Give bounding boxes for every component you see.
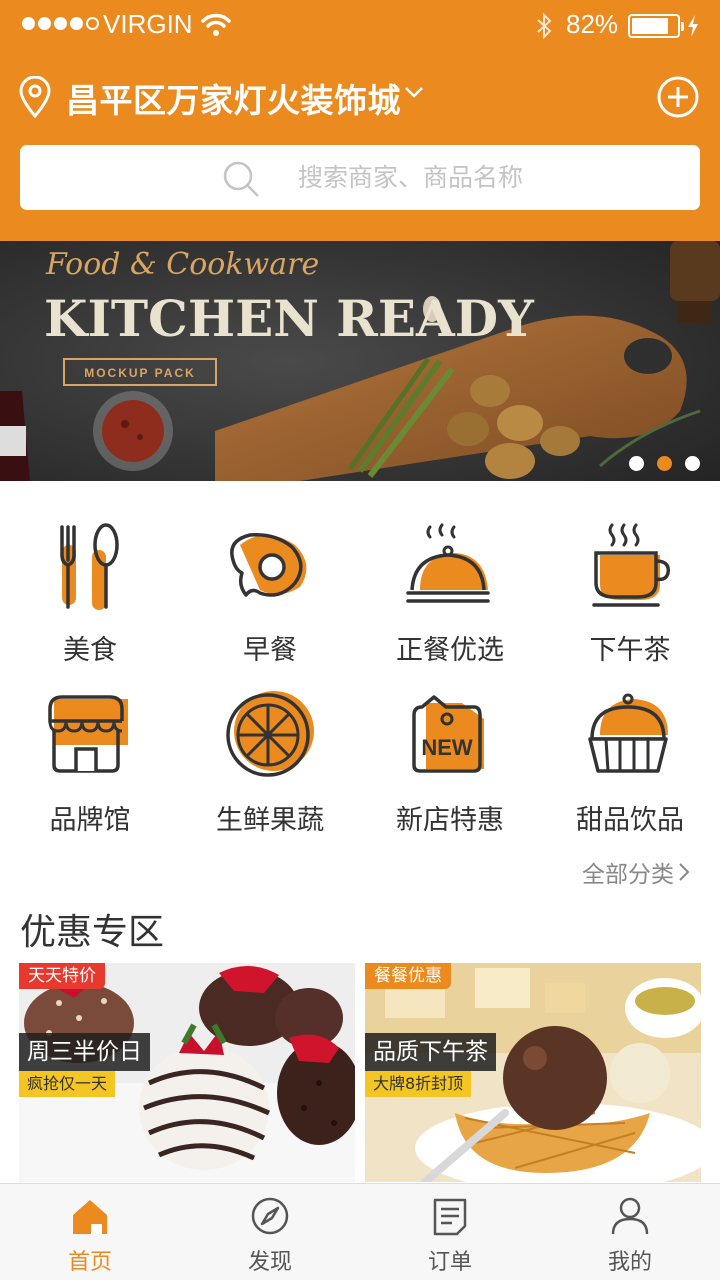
banner-dot[interactable] bbox=[629, 456, 644, 471]
search-icon bbox=[223, 161, 259, 197]
all-categories-link[interactable]: 全部分类 bbox=[582, 855, 690, 889]
category-desserts[interactable]: 甜品饮品 bbox=[540, 670, 720, 840]
location-selector[interactable]: 昌平区万家灯火装饰城 bbox=[0, 70, 720, 124]
banner-script-title: Food & Cookware bbox=[45, 247, 319, 282]
promo-card-title: 品质下午茶 bbox=[365, 1033, 496, 1071]
promo-tag: 天天特价 bbox=[19, 963, 105, 989]
search-bar[interactable] bbox=[20, 145, 700, 210]
new-tag-icon: NEW bbox=[412, 695, 484, 773]
category-new-store[interactable]: NEW 新店特惠 bbox=[360, 670, 540, 840]
fork-spoon-icon bbox=[60, 523, 119, 610]
bluetooth-icon bbox=[537, 12, 552, 40]
location-pin-icon bbox=[19, 76, 51, 118]
category-label: 生鲜果蔬 bbox=[216, 805, 324, 836]
category-label: 新店特惠 bbox=[396, 805, 504, 836]
banner-badge: MOCKUP PACK bbox=[84, 366, 196, 380]
search-input[interactable] bbox=[278, 145, 638, 210]
chevron-down-icon bbox=[405, 87, 423, 98]
signal-strength-icon bbox=[22, 17, 99, 30]
tab-orders[interactable]: 订单 bbox=[360, 1184, 540, 1280]
battery-icon bbox=[628, 14, 684, 38]
promo-card-half-price[interactable]: 天天特价 周三半价日 疯抢仅一天 bbox=[19, 963, 355, 1182]
bottom-tab-bar: 首页 发现 订单 我的 bbox=[0, 1183, 720, 1280]
fried-egg-icon bbox=[230, 533, 307, 597]
banner-main-title: KITCHEN READY bbox=[44, 289, 535, 348]
wifi-icon bbox=[201, 13, 231, 36]
promo-card-subtitle: 大牌8折封顶 bbox=[365, 1071, 472, 1097]
category-label: 早餐 bbox=[243, 635, 297, 666]
tab-label: 订单 bbox=[427, 1250, 472, 1275]
banner-dot[interactable] bbox=[685, 456, 700, 471]
category-afternoon-tea[interactable]: 下午茶 bbox=[540, 500, 720, 670]
user-icon bbox=[611, 1197, 649, 1235]
promo-banner[interactable]: Food & Cookware KITCHEN READY MOCKUP PAC… bbox=[0, 241, 720, 481]
category-label: 美食 bbox=[63, 635, 117, 666]
promo-tag: 餐餐优惠 bbox=[365, 963, 451, 989]
tab-label: 我的 bbox=[607, 1250, 652, 1275]
tab-label: 发现 bbox=[247, 1250, 292, 1275]
category-label: 正餐优选 bbox=[396, 635, 504, 666]
category-label: 品牌馆 bbox=[49, 805, 131, 836]
storefront-icon bbox=[48, 695, 128, 773]
compass-icon bbox=[251, 1197, 289, 1235]
category-food[interactable]: 美食 bbox=[0, 500, 180, 670]
battery-percent: 82% bbox=[566, 9, 619, 39]
add-button[interactable] bbox=[655, 74, 701, 120]
category-label: 甜品饮品 bbox=[576, 805, 684, 836]
category-brand-store[interactable]: 品牌馆 bbox=[0, 670, 180, 840]
banner-image: Food & Cookware KITCHEN READY MOCKUP PAC… bbox=[0, 241, 720, 481]
charging-bolt-icon bbox=[688, 15, 698, 37]
chevron-right-icon bbox=[679, 863, 690, 881]
promo-card-title: 周三半价日 bbox=[19, 1033, 150, 1071]
status-bar: VIRGIN 82% bbox=[0, 0, 720, 52]
svg-text:NEW: NEW bbox=[421, 735, 473, 760]
category-label: 下午茶 bbox=[589, 635, 671, 666]
banner-dot[interactable] bbox=[657, 456, 672, 471]
carrier-name: VIRGIN bbox=[103, 9, 193, 39]
promo-section-title: 优惠专区 bbox=[20, 912, 165, 953]
promo-card-subtitle: 疯抢仅一天 bbox=[19, 1071, 116, 1097]
cloche-icon bbox=[406, 523, 490, 603]
orange-slice-icon bbox=[226, 691, 314, 777]
category-dinner[interactable]: 正餐优选 bbox=[360, 500, 540, 670]
header: VIRGIN 82% 昌平区万家灯火装饰城 bbox=[0, 0, 720, 241]
home-icon bbox=[73, 1200, 107, 1234]
coffee-cup-icon bbox=[592, 523, 670, 607]
tab-label: 首页 bbox=[67, 1250, 112, 1275]
category-breakfast[interactable]: 早餐 bbox=[180, 500, 360, 670]
location-name: 昌平区万家灯火装饰城 bbox=[66, 81, 401, 120]
order-list-icon bbox=[433, 1198, 467, 1236]
promo-card-afternoon-tea[interactable]: 餐餐优惠 品质下午茶 大牌8折封顶 bbox=[365, 963, 701, 1182]
banner-pagination bbox=[629, 456, 700, 471]
tab-discover[interactable]: 发现 bbox=[180, 1184, 360, 1280]
category-fresh-produce[interactable]: 生鲜果蔬 bbox=[180, 670, 360, 840]
all-categories-label: 全部分类 bbox=[582, 862, 674, 888]
tab-home[interactable]: 首页 bbox=[0, 1184, 180, 1280]
cupcake-icon bbox=[588, 693, 668, 773]
tab-profile[interactable]: 我的 bbox=[540, 1184, 720, 1280]
